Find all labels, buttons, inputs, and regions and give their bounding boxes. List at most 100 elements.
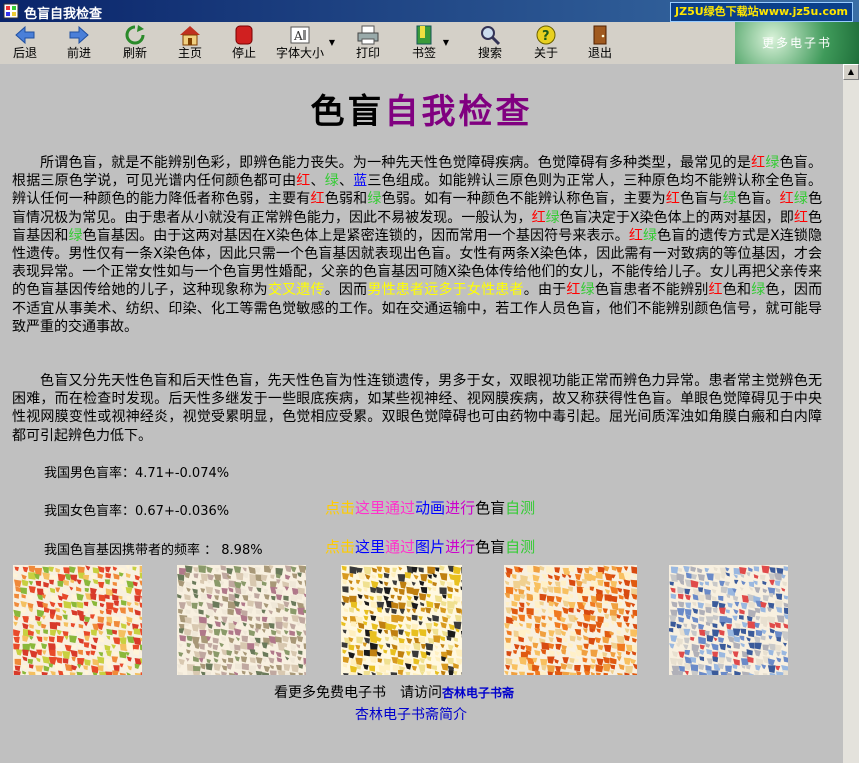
animation-test-link[interactable]: 点击这里通过动画进行色盲自测 <box>325 497 535 518</box>
font-size-icon: A <box>290 26 310 44</box>
paragraph-1-segment: 红 <box>793 209 809 226</box>
refresh-button[interactable]: 刷新 <box>118 24 152 62</box>
home-label: 主页 <box>177 46 202 60</box>
paragraph-1-segment: 绿 <box>722 191 737 208</box>
app-icon <box>3 3 19 19</box>
stop-label: 停止 <box>231 46 256 60</box>
paragraph-1-segment: 色和 <box>722 282 752 299</box>
paragraph-1-segment: 绿 <box>793 191 809 208</box>
paragraph-1-segment: 色盲与 <box>680 191 723 208</box>
title-bar: 色盲自我检查 JZ5U绿色下载站www.jz5u.com <box>0 0 859 22</box>
font-size-button[interactable]: A 字体大小 ▼ <box>274 24 335 62</box>
back-arrow-icon <box>15 25 35 45</box>
bookmark-icon <box>416 25 432 45</box>
paragraph-1-segment: 红 <box>566 282 581 299</box>
font-size-label: 字体大小 <box>275 46 324 60</box>
toolbar: 后退 前进 刷新 主页 停止 A 字体大小 ▼ 打印 书签 ▼ 搜索 ? 关于 … <box>0 22 859 65</box>
paragraph-1-segment: 所谓色盲，就是不能辨别色彩，即辨色能力丧失。为一种先天性色觉障碍疾病。色觉障碍有… <box>40 155 752 171</box>
color-test-plate-1[interactable] <box>13 565 142 675</box>
print-button[interactable]: 打印 <box>352 24 384 62</box>
paragraph-1-segment: 绿 <box>68 227 83 244</box>
paragraph-1-segment: 绿 <box>367 191 382 208</box>
site-link[interactable]: 杏林电子书斋 <box>442 686 514 700</box>
paragraph-1-segment: 红 <box>310 191 325 208</box>
paragraph-1-segment: 红 <box>531 209 546 226</box>
forward-label: 前进 <box>66 46 91 60</box>
title-part2: 自我检查 <box>384 92 533 132</box>
footer-visit: 看更多免费电子书 请访问杏林电子书斋 <box>274 682 514 702</box>
help-icon: ? <box>536 25 556 45</box>
more-ebooks-banner[interactable]: 更多电子书 <box>735 22 859 64</box>
paragraph-1-segment: 。由于 <box>523 282 567 299</box>
forward-button[interactable]: 前进 <box>62 24 96 62</box>
refresh-icon <box>125 25 145 45</box>
ad-banner-link[interactable]: JZ5U绿色下载站www.jz5u.com <box>670 2 853 22</box>
print-label: 打印 <box>355 46 380 60</box>
svg-text:A: A <box>293 29 303 43</box>
print-icon <box>357 25 379 45</box>
font-size-dropdown-icon[interactable]: ▼ <box>329 38 335 47</box>
vertical-scrollbar[interactable]: ▲ <box>843 64 859 763</box>
back-label: 后退 <box>12 46 37 60</box>
content-area: 色盲自我检查 所谓色盲，就是不能辨别色彩，即辨色能力丧失。为一种先天性色觉障碍疾… <box>0 64 843 763</box>
about-label: 关于 <box>533 46 558 60</box>
paragraph-1-segment: 、 <box>310 173 325 190</box>
paragraph-1-segment: 红 <box>628 227 643 244</box>
bookmark-label: 书签 <box>411 46 436 60</box>
paragraph-1-segment: 绿 <box>642 227 658 244</box>
color-test-plate-3[interactable] <box>341 565 462 675</box>
refresh-label: 刷新 <box>122 46 147 60</box>
search-icon <box>481 26 501 46</box>
paragraph-1-segment: 色盲。 <box>736 191 780 208</box>
paragraph-1: 所谓色盲，就是不能辨别色彩，即辨色能力丧失。为一种先天性色觉障碍疾病。色觉障碍有… <box>12 154 822 336</box>
svg-text:?: ? <box>542 29 550 44</box>
female-rate: 我国女色盲率：0.67+-0.036% <box>44 504 230 519</box>
exit-door-icon <box>593 25 607 45</box>
paragraph-1-segment: 色盲患者不能辨别 <box>594 282 709 299</box>
window-title: 色盲自我检查 <box>24 7 103 22</box>
stop-icon <box>235 25 253 45</box>
paragraph-1-segment: 红 <box>779 191 794 208</box>
picture-test-link[interactable]: 点击这里通过图片进行色盲自测 <box>325 536 535 557</box>
search-label: 搜索 <box>477 46 502 60</box>
paragraph-1-segment: 绿 <box>765 155 780 171</box>
back-button[interactable]: 后退 <box>8 24 42 62</box>
color-test-plate-5[interactable] <box>669 565 788 675</box>
paragraph-1-segment: 绿 <box>580 282 595 299</box>
color-test-plate-4[interactable] <box>504 565 637 675</box>
paragraph-1-segment: 红 <box>708 282 723 299</box>
paragraph-1-segment: 红 <box>296 173 311 190</box>
paragraph-1-segment: 绿 <box>751 282 766 299</box>
forward-arrow-icon <box>69 25 89 45</box>
paragraph-1-segment: 色盲基因。由于这两对基因在X染色体上是紧密连锁的，因而常用一个基因符号来表示。 <box>82 227 629 244</box>
paragraph-1-segment: 蓝 <box>353 173 368 190</box>
paragraph-1-segment: 交叉遗传 <box>267 282 325 299</box>
title-part1: 色盲 <box>310 92 385 132</box>
paragraph-1-segment: 色弱。如有一种颜色不能辨认称色盲，主要为 <box>381 191 666 208</box>
home-button[interactable]: 主页 <box>174 24 206 62</box>
bookmark-button[interactable]: 书签 ▼ <box>408 24 449 62</box>
bookmark-dropdown-icon[interactable]: ▼ <box>443 38 449 47</box>
paragraph-1-segment: 色弱和 <box>324 191 368 208</box>
color-plates-row <box>0 562 843 677</box>
carrier-rate: 我国色盲基因携带者的频率 ： 8.98% <box>44 543 263 558</box>
male-rate: 我国男色盲率：4.71+-0.074% <box>44 466 230 481</box>
paragraph-1-segment: 绿 <box>324 173 339 190</box>
paragraph-1-segment: 。因而 <box>324 282 368 299</box>
about-button[interactable]: ? 关于 <box>530 24 562 62</box>
footer-prefix: 看更多免费电子书 请访问 <box>274 685 442 701</box>
exit-label: 退出 <box>587 46 612 60</box>
search-button[interactable]: 搜索 <box>474 24 506 62</box>
paragraph-1-segment: 绿 <box>545 209 560 226</box>
site-intro-link[interactable]: 杏林电子书斋简介 <box>355 704 467 724</box>
scroll-up-icon[interactable]: ▲ <box>843 64 859 80</box>
paragraph-1-segment: 、 <box>338 173 354 190</box>
color-test-plate-2[interactable] <box>177 565 306 675</box>
paragraph-1-segment: 红 <box>665 191 681 208</box>
paragraph-1-segment: 红 <box>751 155 766 171</box>
page-title: 色盲自我检查 <box>0 84 843 133</box>
exit-button[interactable]: 退出 <box>584 24 616 62</box>
paragraph-1-segment: 色盲决定于X染色体上的两对基因，即 <box>559 209 794 226</box>
stop-button[interactable]: 停止 <box>228 24 260 62</box>
paragraph-1-segment: 男性患者远多于女性患者 <box>367 282 524 299</box>
